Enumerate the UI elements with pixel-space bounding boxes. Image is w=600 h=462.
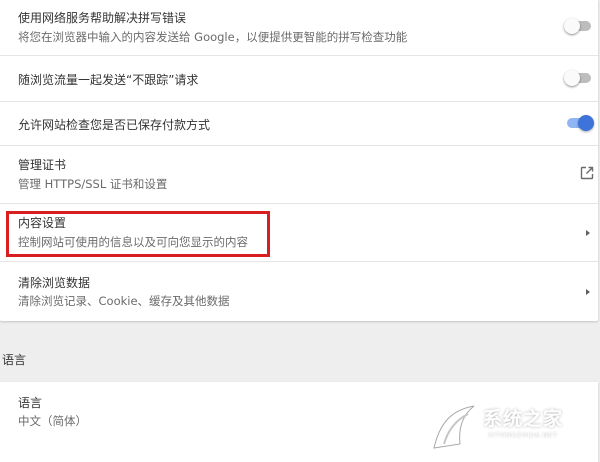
- manage-certificates-title: 管理证书: [18, 158, 67, 172]
- toggle-knob: [564, 18, 580, 34]
- content-settings-highlight-box: [6, 211, 270, 257]
- language-row-value: 中文（简体）: [18, 414, 87, 428]
- language-row-title: 语言: [18, 396, 43, 410]
- do-not-track-toggle[interactable]: [564, 69, 594, 87]
- manage-certificates-subtitle: 管理 HTTPS/SSL 证书和设置: [18, 177, 168, 191]
- clear-browsing-data-title: 清除浏览数据: [18, 276, 91, 290]
- chevron-right-icon: [586, 230, 590, 236]
- manage-certificates-row[interactable]: 管理证书 管理 HTTPS/SSL 证书和设置: [0, 146, 598, 204]
- watermark-url: XITONGZHIJIA.NET: [488, 431, 558, 439]
- payment-methods-row[interactable]: 允许网站检查您是否已保存付款方式: [0, 102, 598, 146]
- open-in-new-icon[interactable]: [580, 166, 594, 180]
- watermark-text: 系统之家: [483, 408, 564, 430]
- do-not-track-title: 随浏览流量一起发送“不跟踪”请求: [18, 73, 199, 87]
- chevron-right-icon: [586, 289, 590, 295]
- languages-section-title: 语言: [2, 353, 27, 367]
- toggle-knob: [578, 115, 594, 131]
- watermark-logo-icon: [433, 405, 475, 449]
- toggle-knob: [564, 70, 580, 86]
- clear-browsing-data-subtitle: 清除浏览记录、Cookie、缓存及其他数据: [18, 294, 230, 308]
- payment-methods-title: 允许网站检查您是否已保存付款方式: [18, 118, 211, 132]
- spellcheck-row[interactable]: 使用网络服务帮助解决拼写错误 将您在浏览器中输入的内容发送给 Google，以便…: [0, 0, 598, 56]
- do-not-track-row[interactable]: 随浏览流量一起发送“不跟踪”请求: [0, 56, 598, 102]
- spellcheck-title: 使用网络服务帮助解决拼写错误: [18, 11, 187, 25]
- spellcheck-subtitle: 将您在浏览器中输入的内容发送给 Google，以便提供更智能的拼写检查功能: [18, 30, 408, 44]
- watermark: 系统之家 XITONGZHIJIA.NET: [430, 398, 600, 453]
- spellcheck-toggle[interactable]: [564, 17, 594, 35]
- payment-methods-toggle[interactable]: [564, 114, 594, 132]
- clear-browsing-data-row[interactable]: 清除浏览数据 清除浏览记录、Cookie、缓存及其他数据: [0, 262, 598, 321]
- privacy-settings-card: 使用网络服务帮助解决拼写错误 将您在浏览器中输入的内容发送给 Google，以便…: [0, 0, 598, 321]
